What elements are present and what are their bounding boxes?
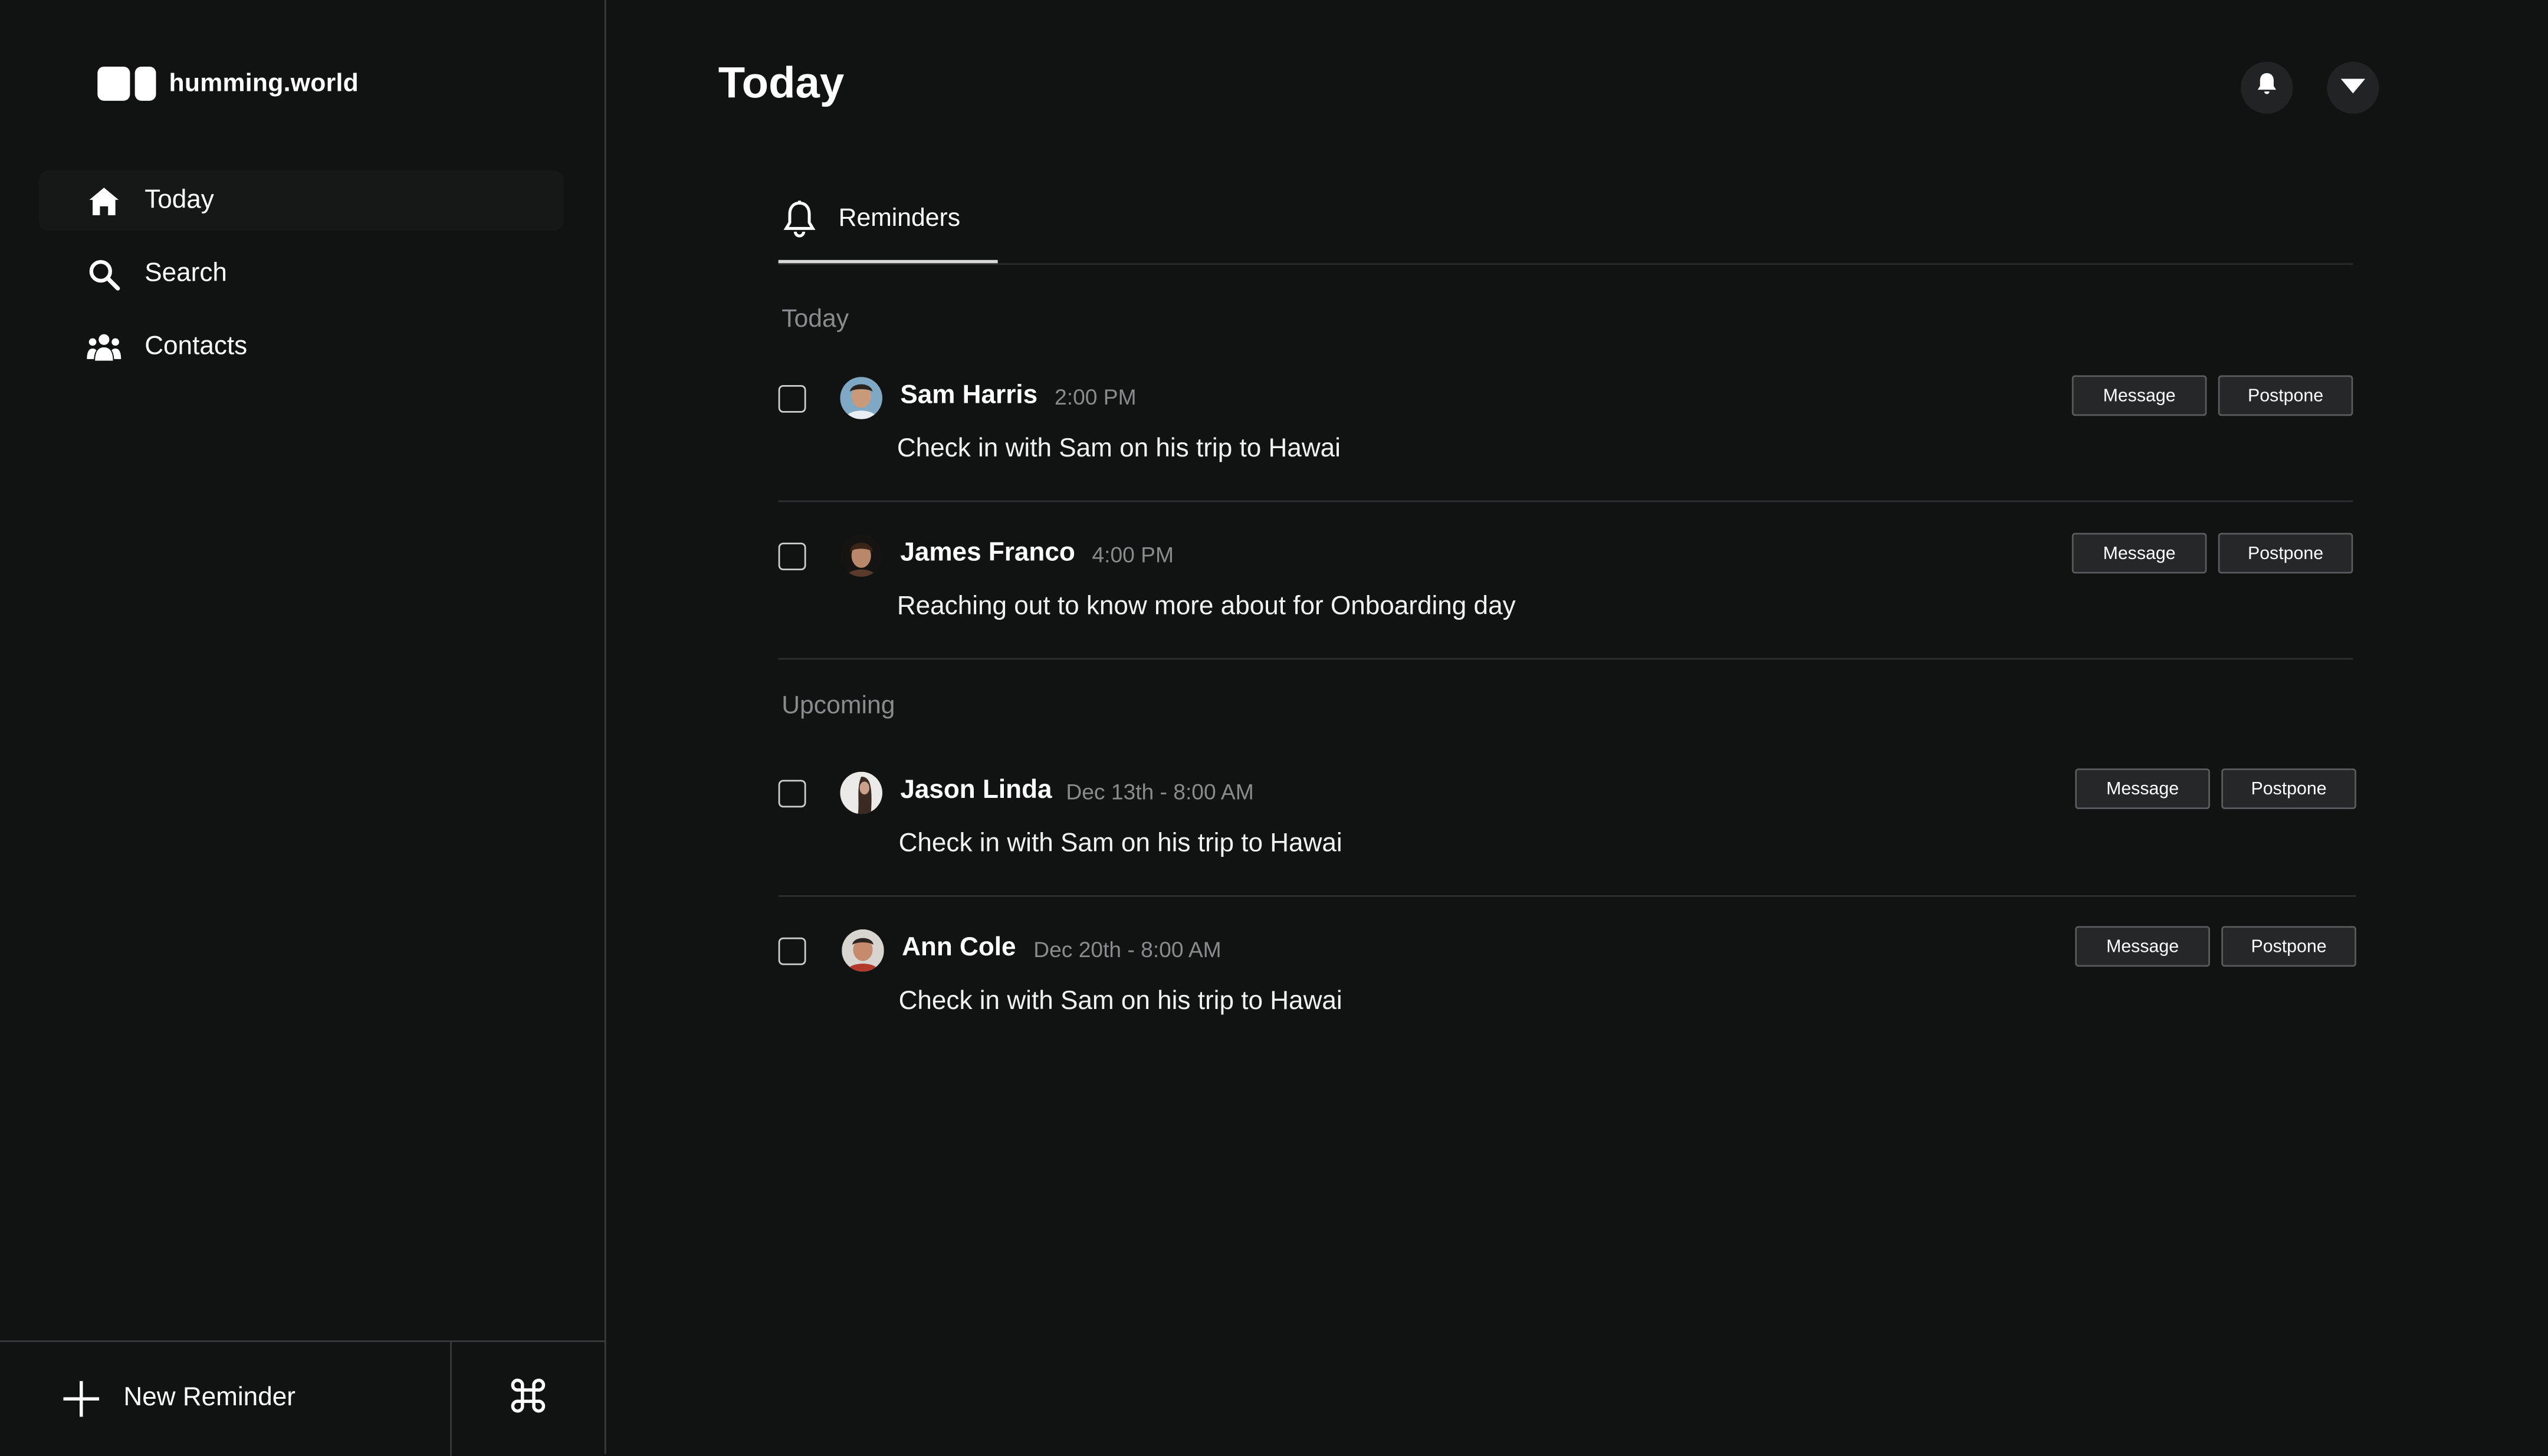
avatar — [840, 534, 883, 577]
reminder-note: Check in with Sam on his trip to Hawai — [897, 435, 1341, 464]
list-item: Sam Harris 2:00 PM Check in with Sam on … — [778, 343, 2353, 502]
message-button[interactable]: Message — [2071, 533, 2207, 574]
command-icon — [510, 1377, 546, 1421]
sidebar-item-label: Search — [145, 259, 227, 287]
tab-bar: Reminders — [778, 179, 2353, 265]
message-button[interactable]: Message — [2075, 768, 2210, 810]
sidebar: humming.world Today Search Contacts New … — [0, 0, 606, 1456]
sidebar-item-search[interactable]: Search — [39, 244, 564, 304]
reminder-time: 4:00 PM — [1092, 543, 1174, 567]
contact-name: James Franco — [900, 539, 1075, 567]
list-item: James Franco 4:00 PM Reaching out to kno… — [778, 501, 2353, 660]
sidebar-item-label: Today — [145, 186, 214, 214]
postpone-button[interactable]: Postpone — [2218, 533, 2353, 574]
app-name: humming.world — [169, 69, 359, 97]
reminder-checkbox[interactable] — [778, 780, 806, 808]
tab-reminders[interactable]: Reminders — [778, 179, 998, 264]
list-item: Jason Linda Dec 13th - 8:00 AM Check in … — [778, 738, 2356, 897]
logo[interactable]: humming.world — [97, 66, 359, 101]
tab-label: Reminders — [838, 205, 961, 232]
avatar — [840, 377, 883, 419]
new-reminder-label: New Reminder — [123, 1384, 295, 1412]
reminder-time: Dec 13th - 8:00 AM — [1066, 780, 1254, 804]
search-icon — [86, 256, 122, 292]
sidebar-item-contacts[interactable]: Contacts — [39, 317, 564, 377]
plus-icon — [62, 1379, 101, 1418]
avatar — [842, 929, 884, 972]
reminder-note: Reaching out to know more about for Onbo… — [897, 593, 1516, 621]
section-label-upcoming: Upcoming — [782, 692, 895, 720]
sidebar-nav: Today Search Contacts — [39, 170, 564, 390]
sidebar-footer: New Reminder — [0, 1340, 605, 1456]
home-icon — [86, 183, 122, 219]
app-window: humming.world Today Search Contacts New … — [0, 0, 2548, 1456]
postpone-button[interactable]: Postpone — [2221, 926, 2356, 967]
postpone-button[interactable]: Postpone — [2221, 768, 2356, 810]
reminder-time: Dec 20th - 8:00 AM — [1033, 937, 1222, 962]
message-button[interactable]: Message — [2071, 375, 2207, 416]
new-reminder-button[interactable]: New Reminder — [0, 1342, 452, 1456]
sidebar-item-today[interactable]: Today — [39, 170, 564, 231]
contact-name: Ann Cole — [902, 934, 1016, 962]
section-label-today: Today — [782, 305, 849, 333]
account-menu-button[interactable] — [2327, 61, 2379, 114]
bell-outline-icon — [783, 200, 816, 239]
reminder-time: 2:00 PM — [1055, 384, 1137, 410]
caret-down-icon — [2340, 73, 2366, 103]
sidebar-item-label: Contacts — [145, 332, 248, 360]
list-item: Ann Cole Dec 20th - 8:00 AM Check in wit… — [778, 895, 2356, 1053]
contact-name: Sam Harris — [900, 382, 1038, 410]
contacts-icon — [86, 329, 122, 365]
reminder-checkbox[interactable] — [778, 937, 806, 965]
bell-icon — [2255, 71, 2278, 104]
reminder-note: Check in with Sam on his trip to Hawai — [898, 988, 1342, 1015]
logo-mark-icon — [97, 66, 156, 101]
reminder-note: Check in with Sam on his trip to Hawai — [898, 830, 1342, 858]
notifications-button[interactable] — [2241, 61, 2293, 114]
page-title: Today — [718, 58, 845, 107]
postpone-button[interactable]: Postpone — [2218, 375, 2353, 416]
reminder-checkbox[interactable] — [778, 543, 806, 571]
message-button[interactable]: Message — [2075, 926, 2210, 967]
avatar — [840, 771, 883, 814]
reminder-checkbox[interactable] — [778, 384, 806, 413]
command-palette-button[interactable] — [452, 1342, 605, 1456]
contact-name: Jason Linda — [900, 776, 1052, 804]
